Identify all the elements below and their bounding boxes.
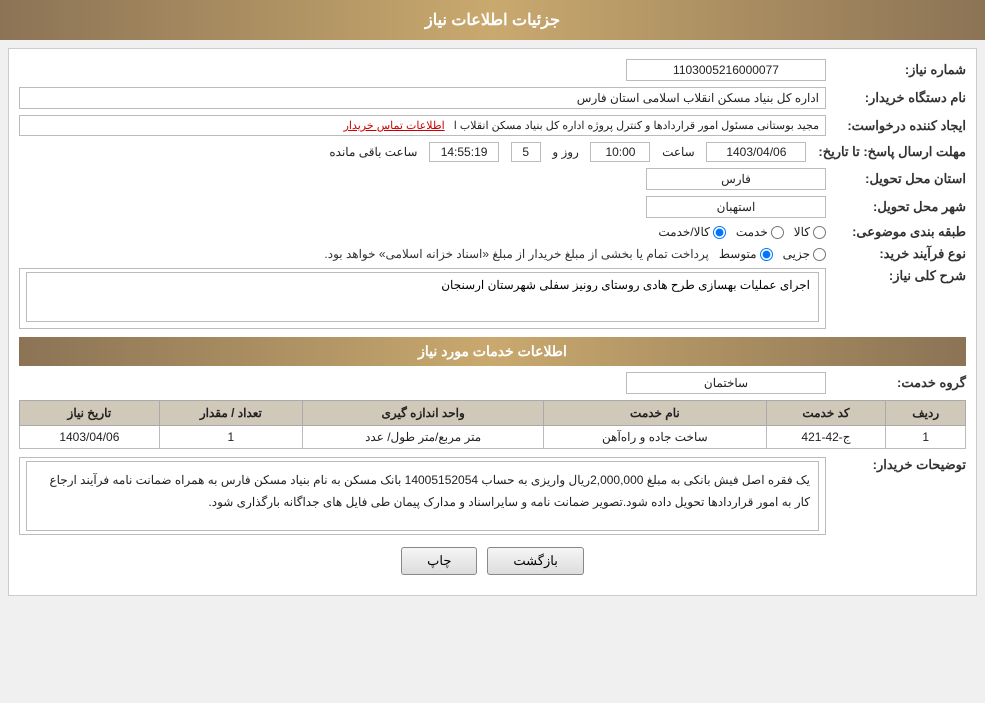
cell-date: 1403/04/06 <box>20 426 160 449</box>
purchase-type-radio-group: جزیی متوسط پرداخت تمام یا بخشی از مبلغ خ… <box>19 247 826 261</box>
page-header: جزئیات اطلاعات نیاز <box>0 0 985 40</box>
purchase-jozi-label: جزیی <box>783 247 810 261</box>
description-label: شرح کلی نیاز: <box>826 268 966 284</box>
deadline-time: 10:00 <box>590 142 650 162</box>
description-textarea[interactable] <box>26 272 819 322</box>
purchase-type-row: نوع فرآیند خرید: جزیی متوسط پرداخت تمام … <box>19 246 966 262</box>
cell-quantity: 1 <box>159 426 302 449</box>
category-option-both[interactable]: کالا/خدمت <box>658 225 725 239</box>
province-value: فارس <box>646 168 826 190</box>
col-date: تاریخ نیاز <box>20 401 160 426</box>
purchase-radio-motavasset[interactable] <box>760 248 773 261</box>
services-section-header: اطلاعات خدمات مورد نیاز <box>19 337 966 366</box>
category-radio-kala[interactable] <box>813 226 826 239</box>
purchase-type-label: نوع فرآیند خرید: <box>826 246 966 262</box>
category-both-label: کالا/خدمت <box>658 225 709 239</box>
col-row-num: ردیف <box>886 401 966 426</box>
table-row: 1 ج-42-421 ساخت جاده و راه‌آهن متر مربع/… <box>20 426 966 449</box>
cell-service-name: ساخت جاده و راه‌آهن <box>544 426 766 449</box>
deadline-days: 5 <box>511 142 541 162</box>
page-title: جزئیات اطلاعات نیاز <box>425 12 560 29</box>
buyer-org-value: اداره کل بنیاد مسکن انقلاب اسلامی استان … <box>19 87 826 109</box>
print-button[interactable]: چاپ <box>401 547 477 575</box>
requester-label: ایجاد کننده درخواست: <box>826 118 966 134</box>
description-value <box>19 268 826 329</box>
order-number-value: 1103005216000077 <box>626 59 826 81</box>
col-service-name: نام خدمت <box>544 401 766 426</box>
buyer-desc-value: یک فقره اصل فیش بانکی به مبلغ 2,000,000ر… <box>19 457 826 535</box>
purchase-note: پرداخت تمام یا بخشی از مبلغ خریدار از مب… <box>324 247 709 261</box>
category-label: طبقه بندی موضوعی: <box>826 224 966 240</box>
category-radio-group: کالا خدمت کالا/خدمت <box>19 225 826 239</box>
province-row: استان محل تحویل: فارس <box>19 168 966 190</box>
purchase-motavasset-label: متوسط <box>719 247 757 261</box>
service-group-row: گروه خدمت: ساختمان <box>19 372 966 394</box>
purchase-option-jozi[interactable]: جزیی <box>783 247 826 261</box>
back-button[interactable]: بازگشت <box>487 547 583 575</box>
buyer-desc-text: یک فقره اصل فیش بانکی به مبلغ 2,000,000ر… <box>26 461 819 531</box>
buyer-desc-label: توضیحات خریدار: <box>826 457 966 473</box>
purchase-radio-jozi[interactable] <box>813 248 826 261</box>
cell-unit: متر مربع/متر طول/ عدد <box>303 426 544 449</box>
deadline-time-label: ساعت <box>662 145 695 159</box>
deadline-label: مهلت ارسال پاسخ: تا تاریخ: <box>810 144 966 160</box>
city-label: شهر محل تحویل: <box>826 199 966 215</box>
province-label: استان محل تحویل: <box>826 171 966 187</box>
buyer-org-label: نام دستگاه خریدار: <box>826 90 966 106</box>
city-row: شهر محل تحویل: استهبان <box>19 196 966 218</box>
requester-value: مجید بوستانی مسئول امور قراردادها و کنتر… <box>19 115 826 136</box>
deadline-remaining-label: ساعت باقی مانده <box>329 145 417 159</box>
order-number-row: شماره نیاز: 1103005216000077 <box>19 59 966 81</box>
service-group-value: ساختمان <box>626 372 826 394</box>
category-kala-label: کالا <box>794 225 810 239</box>
services-table: ردیف کد خدمت نام خدمت واحد اندازه گیری ت… <box>19 400 966 449</box>
category-option-khedmat[interactable]: خدمت <box>736 225 784 239</box>
deadline-days-label: روز و <box>552 145 579 159</box>
city-value: استهبان <box>646 196 826 218</box>
cell-service-code: ج-42-421 <box>766 426 886 449</box>
col-quantity: تعداد / مقدار <box>159 401 302 426</box>
description-row: شرح کلی نیاز: <box>19 268 966 329</box>
deadline-row: مهلت ارسال پاسخ: تا تاریخ: 1403/04/06 سا… <box>19 142 966 162</box>
cell-row-num: 1 <box>886 426 966 449</box>
category-radio-khedmat[interactable] <box>771 226 784 239</box>
category-khedmat-label: خدمت <box>736 225 768 239</box>
button-row: بازگشت چاپ <box>19 547 966 575</box>
main-wrapper: شماره نیاز: 1103005216000077 نام دستگاه … <box>8 48 977 596</box>
buyer-org-row: نام دستگاه خریدار: اداره کل بنیاد مسکن ا… <box>19 87 966 109</box>
buyer-desc-row: توضیحات خریدار: یک فقره اصل فیش بانکی به… <box>19 457 966 535</box>
page-container: جزئیات اطلاعات نیاز شماره نیاز: 11030052… <box>0 0 985 703</box>
requester-row: ایجاد کننده درخواست: مجید بوستانی مسئول … <box>19 115 966 136</box>
category-radio-both[interactable] <box>713 226 726 239</box>
deadline-remaining: 14:55:19 <box>429 142 499 162</box>
category-option-kala[interactable]: کالا <box>794 225 826 239</box>
service-group-label: گروه خدمت: <box>826 375 966 391</box>
deadline-date: 1403/04/06 <box>706 142 806 162</box>
category-row: طبقه بندی موضوعی: کالا خدمت کالا/خدمت <box>19 224 966 240</box>
table-header-row: ردیف کد خدمت نام خدمت واحد اندازه گیری ت… <box>20 401 966 426</box>
col-service-code: کد خدمت <box>766 401 886 426</box>
col-unit: واحد اندازه گیری <box>303 401 544 426</box>
order-number-label: شماره نیاز: <box>826 62 966 78</box>
purchase-option-motavasset[interactable]: متوسط <box>719 247 773 261</box>
contact-link[interactable]: اطلاعات تماس خریدار <box>344 120 445 132</box>
